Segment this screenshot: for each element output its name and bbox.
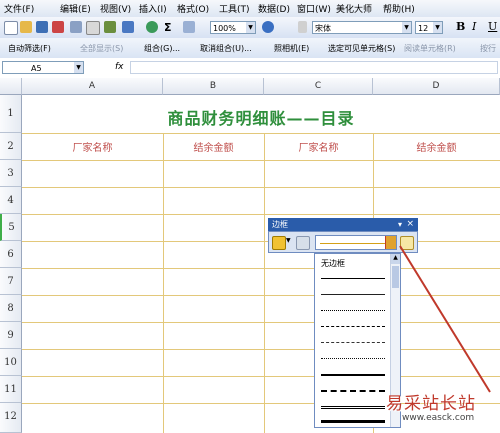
annotation-arrow xyxy=(399,245,491,393)
annotation-arrow-line xyxy=(399,245,491,393)
watermark-url: www.easck.com xyxy=(402,413,475,423)
watermark: 易采站长站 www.easck.com xyxy=(378,389,498,427)
watermark-title: 易采站长站 xyxy=(386,394,476,414)
